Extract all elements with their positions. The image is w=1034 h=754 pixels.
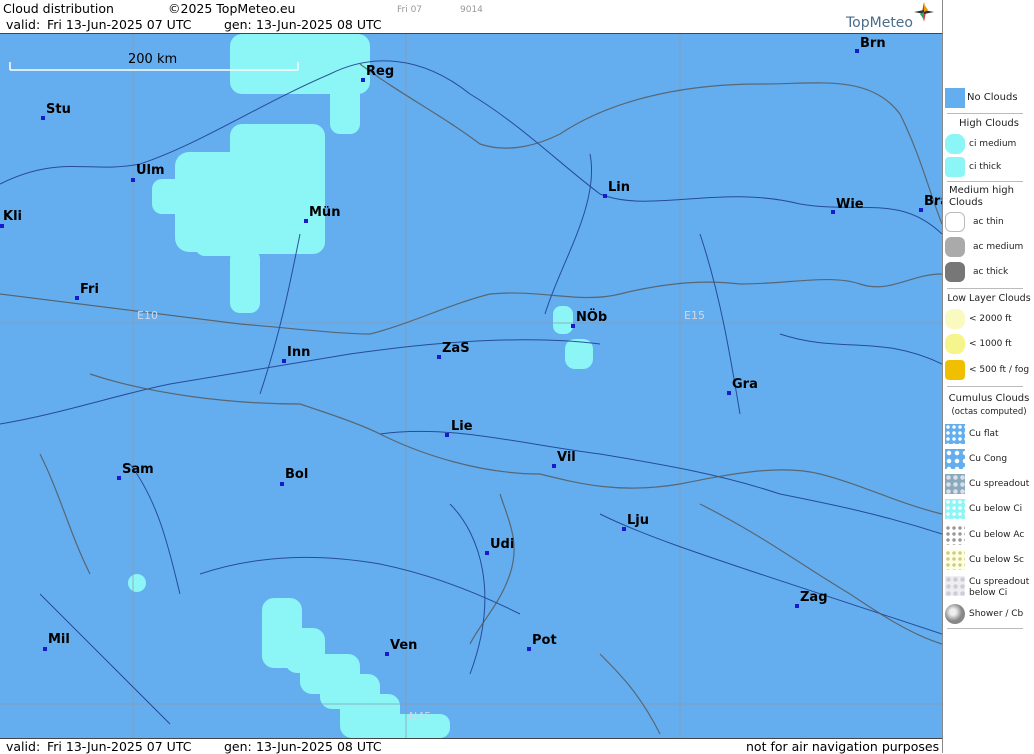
city-label[interactable]: Bol: [285, 467, 308, 482]
city-label[interactable]: Lie: [451, 419, 473, 434]
gen-value: 13-Jun-2025 08 UTC: [256, 17, 382, 32]
city-dot: [385, 652, 389, 656]
footer-disclaimer: not for air navigation purposes: [746, 739, 940, 754]
city-label[interactable]: Kli: [3, 209, 22, 224]
grid-label-lon1: E10: [137, 309, 158, 322]
city-dot: [855, 49, 859, 53]
small-code: 9014: [460, 5, 483, 15]
graticule: [0, 34, 942, 738]
legend-heading-medium: Medium high Clouds: [949, 185, 1014, 208]
city-label[interactable]: Inn: [287, 345, 310, 360]
city-dot: [304, 219, 308, 223]
legend-panel: No Clouds High Clouds ci medium ci thick…: [942, 0, 1034, 753]
city-label[interactable]: Fri: [80, 282, 99, 297]
map-title: Cloud distribution: [3, 1, 114, 16]
city-label[interactable]: Ven: [390, 638, 417, 653]
city-label[interactable]: NÖb: [576, 310, 607, 325]
city-label[interactable]: Ulm: [136, 163, 165, 178]
cloud-map[interactable]: 200 km E10 E15 N45 Brn Reg Stu Ulm Lin W…: [0, 34, 942, 738]
city-dot: [280, 482, 284, 486]
city-label[interactable]: Lju: [627, 513, 649, 528]
city-dot: [603, 194, 607, 198]
city-dot: [437, 355, 441, 359]
city-dot: [919, 208, 923, 212]
legend-octas: (octas computed): [951, 407, 1027, 417]
city-label[interactable]: ZaS: [442, 341, 470, 356]
map-canvas: [0, 34, 942, 738]
valid-label: valid:: [6, 17, 41, 32]
logo-text: TopMeteo: [846, 15, 913, 31]
city-label[interactable]: Lin: [608, 180, 630, 195]
city-dot: [43, 647, 47, 651]
city-dot: [795, 604, 799, 608]
city-dot: [485, 551, 489, 555]
city-dot: [131, 178, 135, 182]
gen-label: gen:: [224, 17, 252, 32]
footer-gen-label: gen:: [224, 739, 252, 754]
city-dot: [571, 324, 575, 328]
city-dot: [622, 527, 626, 531]
copyright: ©2025 TopMeteo.eu: [168, 1, 296, 16]
grid-label-lat1: N45: [409, 710, 432, 723]
city-label[interactable]: Bra: [924, 194, 942, 209]
city-dot: [361, 78, 365, 82]
city-label[interactable]: Brn: [860, 36, 886, 51]
city-label[interactable]: Gra: [732, 377, 758, 392]
map-footer: valid: Fri 13-Jun-2025 07 UTC gen: 13-Ju…: [0, 738, 942, 754]
city-dot: [831, 210, 835, 214]
city-label[interactable]: Udi: [490, 537, 514, 552]
grid-label-lon2: E15: [684, 309, 705, 322]
city-label[interactable]: Mil: [48, 632, 70, 647]
legend-heading-high: High Clouds: [959, 118, 1019, 129]
city-label[interactable]: Sam: [122, 462, 154, 477]
city-label[interactable]: Wie: [836, 197, 864, 212]
small-day: Fri 07: [397, 5, 423, 15]
city-label[interactable]: Zag: [800, 590, 828, 605]
city-label[interactable]: Mün: [309, 205, 340, 220]
city-label[interactable]: Vil: [557, 450, 576, 465]
city-label[interactable]: Stu: [46, 102, 71, 117]
city-dot: [41, 116, 45, 120]
rivers: [0, 60, 942, 725]
city-dot: [552, 464, 556, 468]
city-label[interactable]: Pot: [532, 633, 557, 648]
city-dot: [117, 476, 121, 480]
footer-valid-value: Fri 13-Jun-2025 07 UTC: [47, 739, 192, 754]
city-dot: [727, 391, 731, 395]
city-dot: [75, 296, 79, 300]
city-dot: [527, 647, 531, 651]
footer-valid-label: valid:: [6, 739, 41, 754]
legend-heading-cumulus: Cumulus Clouds: [948, 393, 1030, 404]
city-label[interactable]: Reg: [366, 64, 394, 79]
legend-heading-low: Low Layer Clouds: [947, 293, 1031, 304]
map-header: Cloud distribution ©2025 TopMeteo.eu Fri…: [0, 0, 942, 34]
legend-swatch: [945, 88, 965, 108]
city-dot: [445, 433, 449, 437]
valid-value: Fri 13-Jun-2025 07 UTC: [47, 17, 192, 32]
city-dot: [282, 359, 286, 363]
scale-bar-label: 200 km: [128, 52, 178, 67]
city-dot: [0, 224, 4, 228]
topmeteo-logo: TopMeteo: [840, 0, 940, 32]
footer-gen-value: 13-Jun-2025 08 UTC: [256, 739, 382, 754]
